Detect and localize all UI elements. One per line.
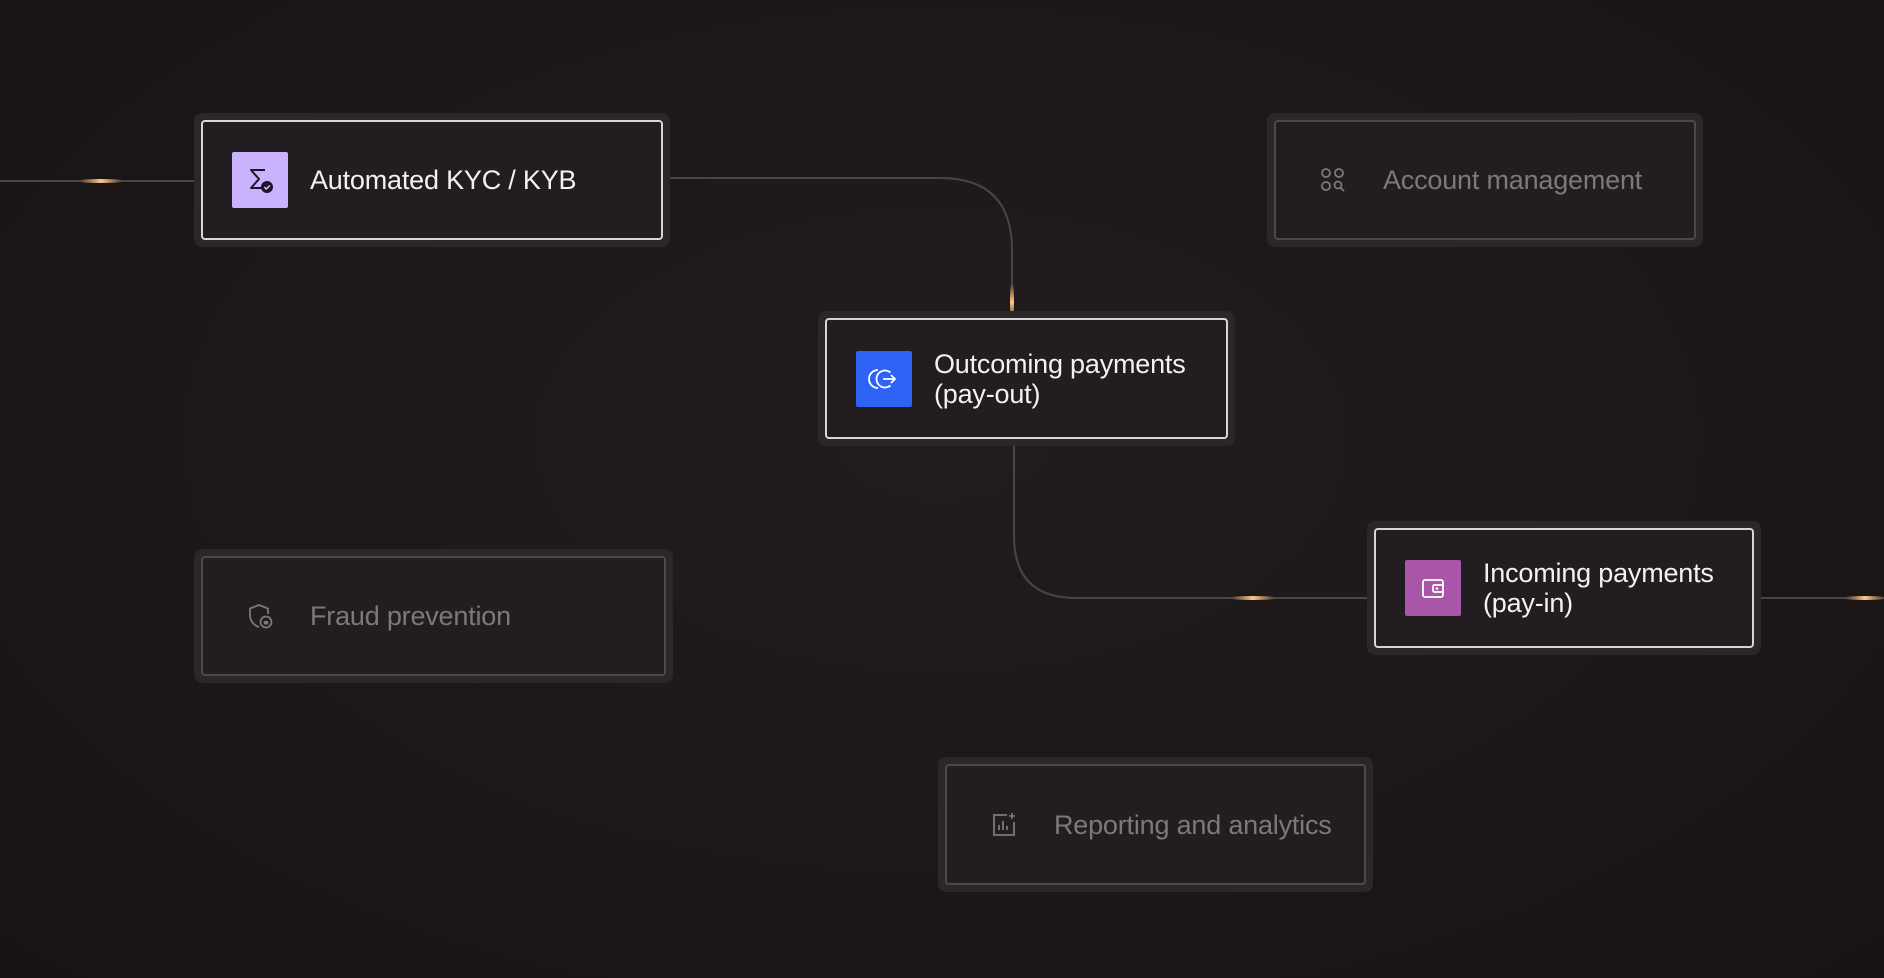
- signal-glow: [1846, 596, 1884, 600]
- workflow-canvas: Automated KYC / KYB Account management O…: [0, 0, 1884, 978]
- node-account-management[interactable]: Account management: [1267, 113, 1703, 247]
- node-card: Reporting and analytics: [945, 764, 1366, 885]
- node-outcoming-payments[interactable]: Outcoming payments (pay-out): [818, 311, 1235, 446]
- node-fraud-prevention[interactable]: Fraud prevention: [194, 549, 673, 683]
- node-label: Incoming payments (pay-in): [1483, 558, 1714, 618]
- sigma-check-icon: [232, 152, 288, 208]
- node-card: Outcoming payments (pay-out): [825, 318, 1228, 439]
- signal-glow: [80, 179, 122, 183]
- edge-kyc-payout: [662, 177, 1013, 318]
- node-label: Fraud prevention: [310, 601, 511, 631]
- node-card: Fraud prevention: [201, 556, 666, 676]
- node-label: Account management: [1383, 165, 1643, 195]
- edge-payout-payin: [1013, 438, 1375, 599]
- payout-arrow-icon: [856, 350, 912, 407]
- node-incoming-payments[interactable]: Incoming payments (pay-in): [1367, 521, 1761, 655]
- wallet-icon: [1405, 560, 1461, 616]
- node-card: Incoming payments (pay-in): [1374, 528, 1754, 648]
- node-label: Reporting and analytics: [1054, 809, 1332, 840]
- node-automated-kyc-kyb[interactable]: Automated KYC / KYB: [194, 113, 670, 247]
- signal-glow: [1232, 596, 1274, 600]
- node-reporting-analytics[interactable]: Reporting and analytics: [938, 757, 1373, 892]
- node-card: Automated KYC / KYB: [201, 120, 663, 240]
- node-card: Account management: [1274, 120, 1696, 240]
- node-label: Automated KYC / KYB: [310, 165, 577, 195]
- chart-sparkle-icon: [976, 797, 1032, 853]
- node-label: Outcoming payments (pay-out): [934, 348, 1186, 409]
- shield-lock-icon: [232, 588, 288, 644]
- grid-search-icon: [1305, 152, 1361, 208]
